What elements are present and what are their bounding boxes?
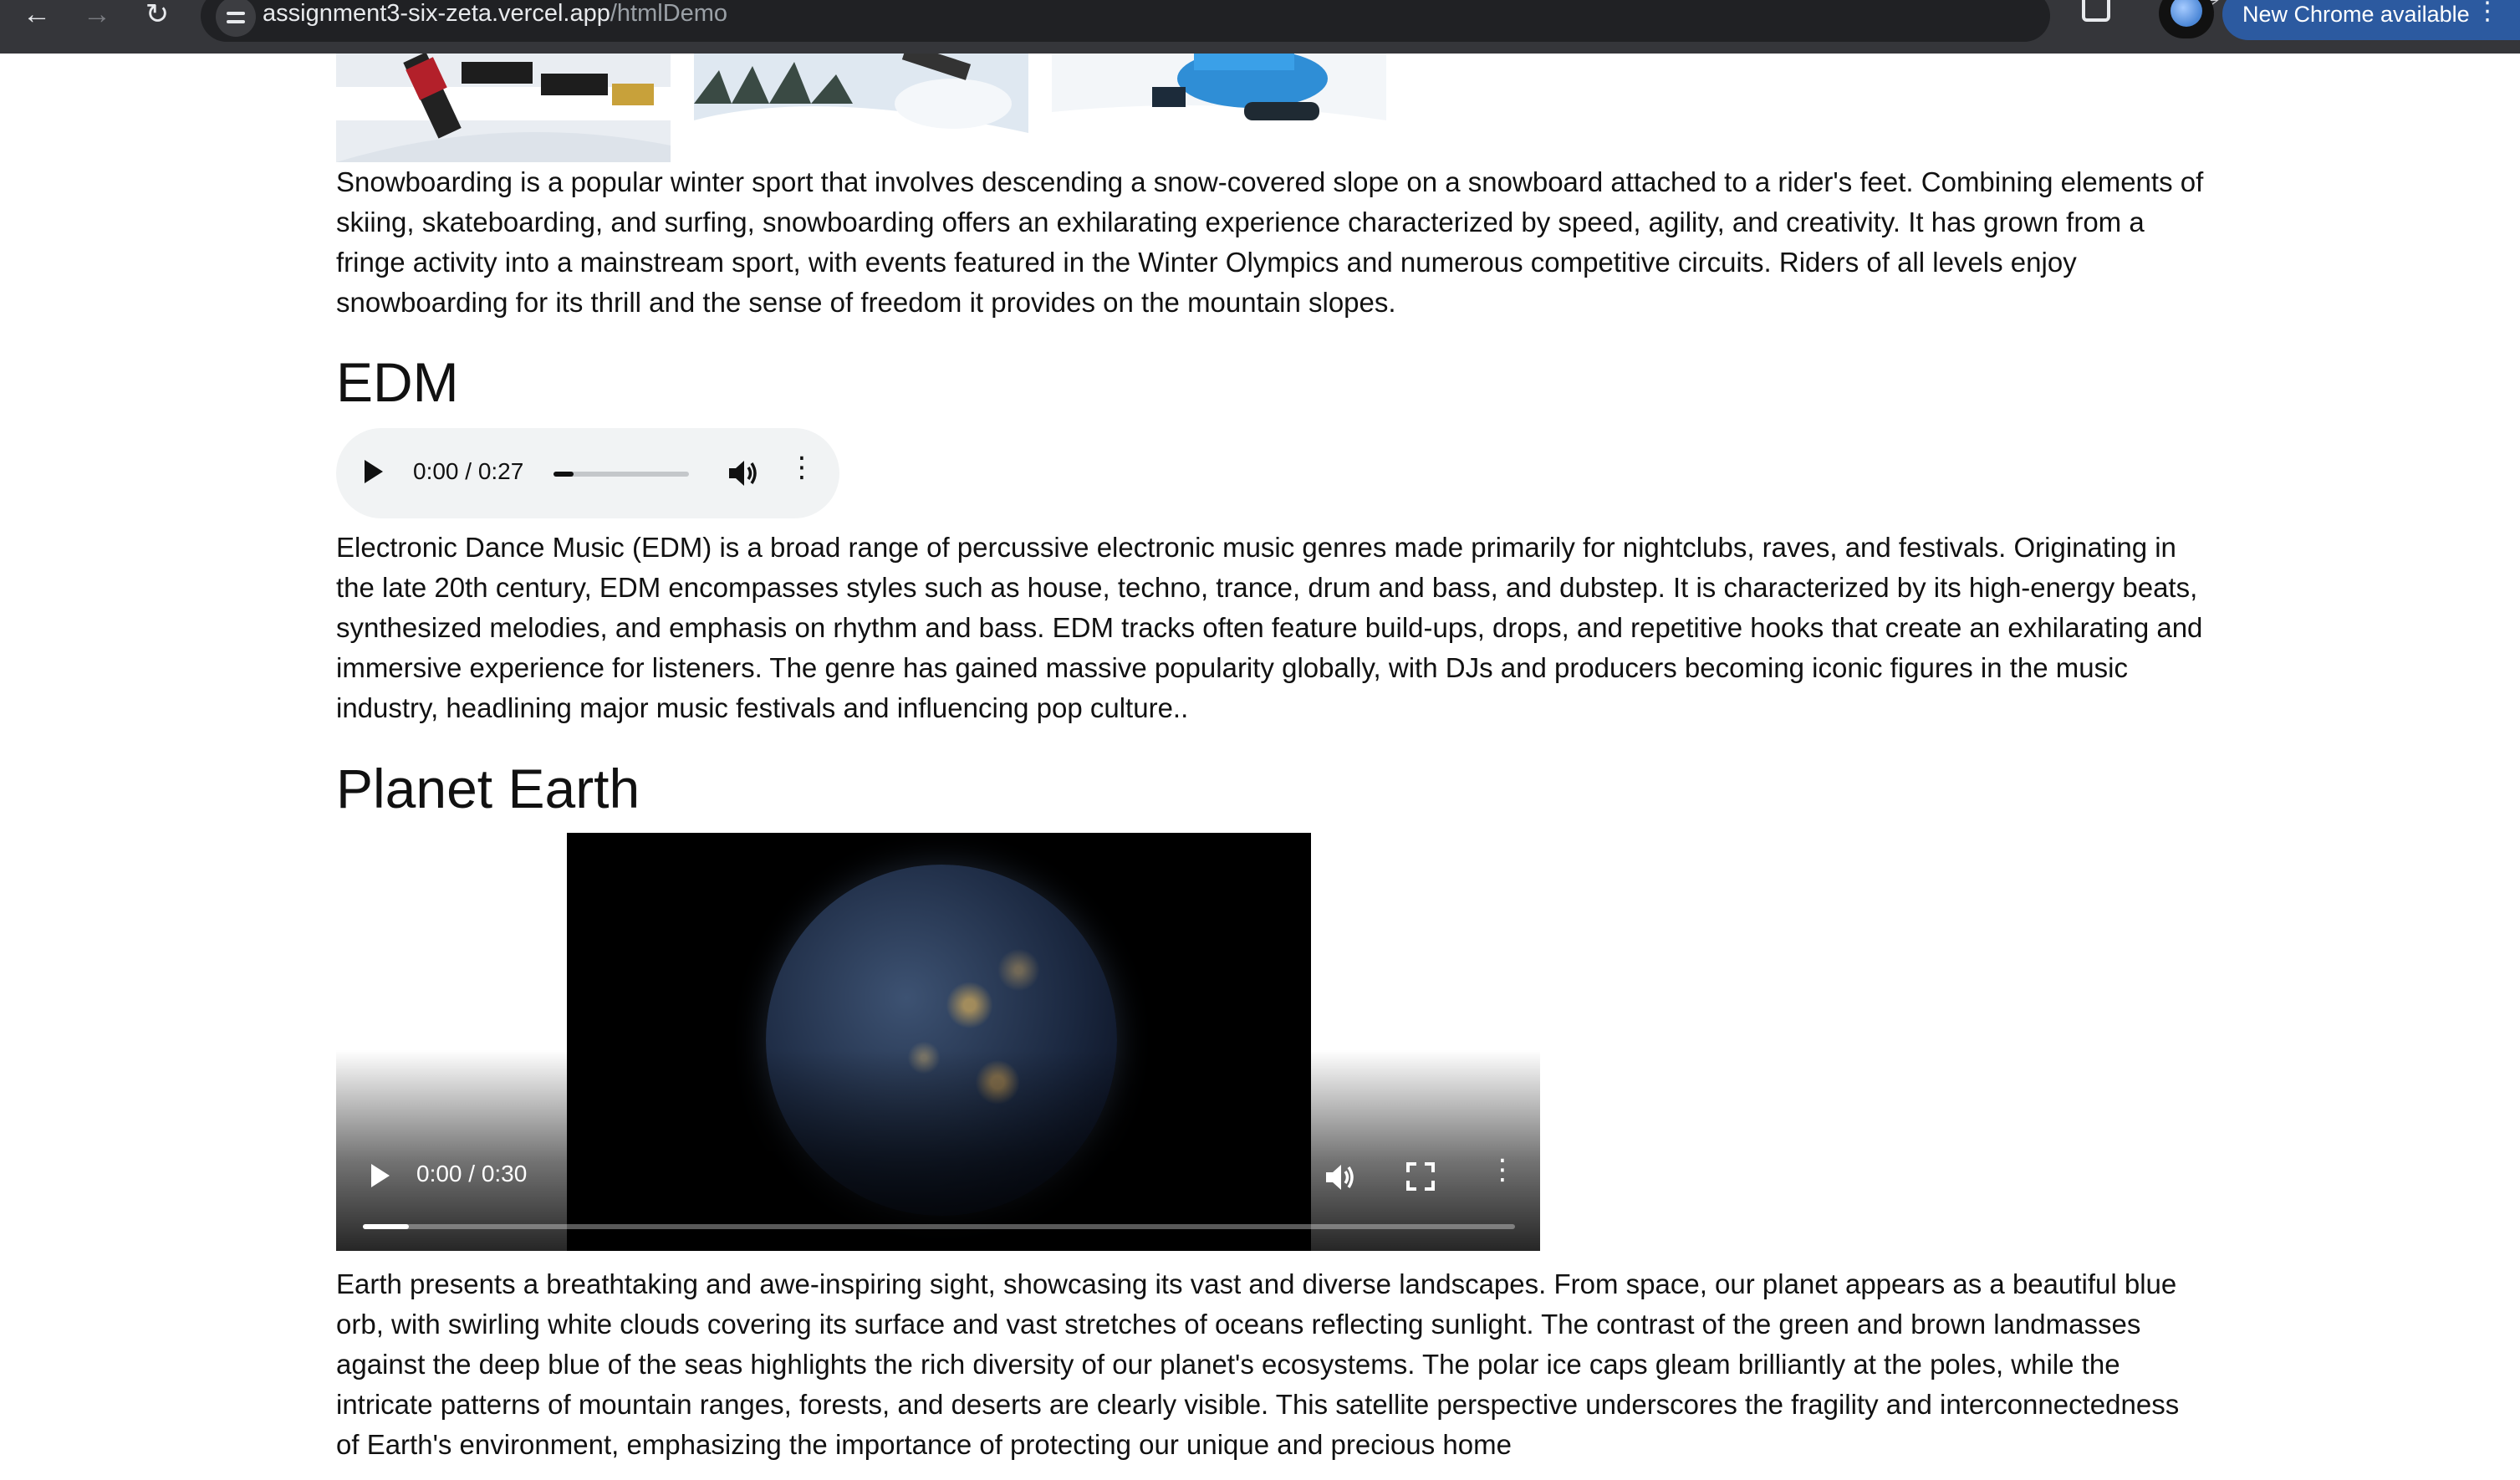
snowboard-carve-image: [1052, 54, 1386, 162]
more-menu-icon[interactable]: ⋮: [2475, 0, 2500, 26]
volume-icon[interactable]: [726, 457, 759, 490]
snowboard-halfpipe-image: [336, 54, 671, 162]
planet-earth-heading: Planet Earth: [336, 758, 640, 819]
video-time-display: 0:00 / 0:30: [416, 1161, 528, 1187]
url-host: assignment3-six-zeta.vercel.app: [263, 0, 610, 27]
url-text[interactable]: assignment3-six-zeta.vercel.app/htmlDemo: [263, 0, 727, 28]
snowboard-jump-image: [694, 54, 1028, 162]
video-progress-fill: [363, 1224, 410, 1229]
site-info-icon[interactable]: [216, 0, 256, 37]
edm-paragraph: Electronic Dance Music (EDM) is a broad …: [336, 532, 2203, 723]
edm-audio-player[interactable]: 0:00 / 0:27 ⋮: [336, 428, 839, 518]
more-options-icon[interactable]: ⋮: [1488, 1156, 1517, 1184]
video-controls-overlay: [336, 1050, 1540, 1251]
back-arrow-icon[interactable]: ←: [13, 0, 60, 30]
url-path: /htmlDemo: [610, 0, 728, 27]
play-icon[interactable]: [371, 1164, 390, 1187]
fullscreen-icon[interactable]: [1406, 1162, 1435, 1191]
forward-arrow-icon[interactable]: →: [74, 0, 120, 30]
video-progress-slider[interactable]: [363, 1224, 1515, 1229]
browser-toolbar: ← → ↻ assignment3-six-zeta.vercel.app/ht…: [0, 0, 2520, 54]
more-options-icon[interactable]: ⋮: [788, 453, 816, 482]
planet-earth-video-player[interactable]: 0:00 / 0:30 ⋮: [336, 833, 1540, 1251]
reload-icon[interactable]: ↻: [134, 0, 181, 30]
audio-time-display: 0:00 / 0:27: [413, 458, 524, 484]
profile-avatar-icon[interactable]: [2159, 0, 2214, 38]
audio-progress-slider[interactable]: [553, 472, 689, 477]
update-chrome-label: New Chrome available: [2242, 1, 2470, 27]
address-bar[interactable]: assignment3-six-zeta.vercel.app/htmlDemo…: [201, 0, 2221, 42]
planet-earth-paragraph: Earth presents a breathtaking and awe-in…: [336, 1268, 2180, 1460]
update-chrome-button[interactable]: New Chrome available ⋮: [2222, 0, 2520, 40]
extensions-icon[interactable]: [2082, 0, 2110, 22]
audio-progress-fill: [553, 472, 574, 477]
edm-heading: EDM: [336, 351, 459, 413]
volume-icon[interactable]: [1323, 1161, 1356, 1194]
snowboarding-paragraph: Snowboarding is a popular winter sport t…: [336, 166, 2204, 318]
play-icon[interactable]: [365, 460, 383, 483]
